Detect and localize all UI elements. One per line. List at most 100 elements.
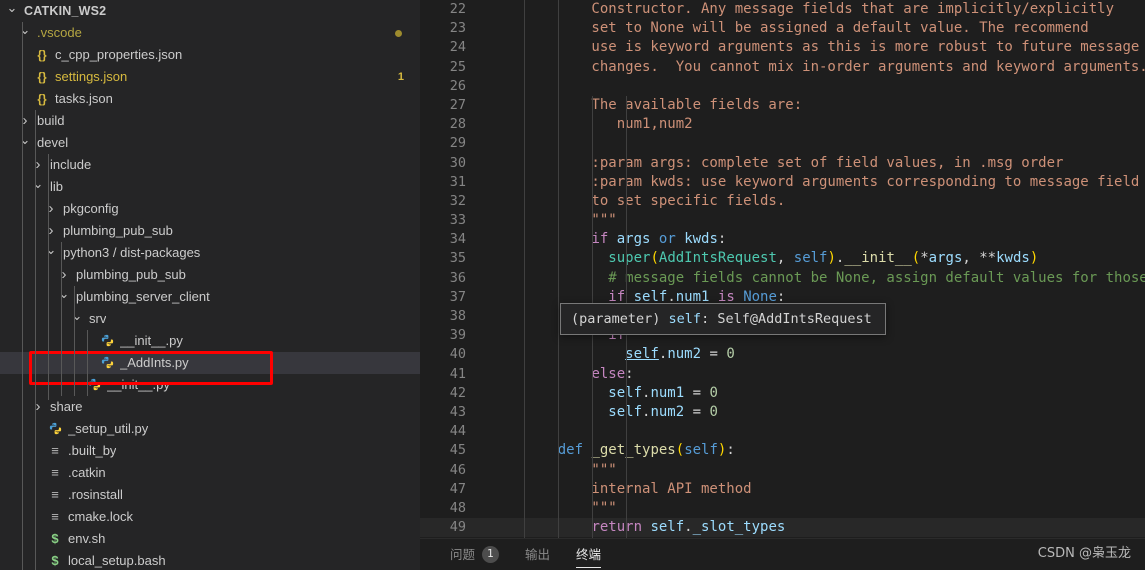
tree-row[interactable]: $ local_setup.bash [0,550,420,570]
chevron-down-icon[interactable]: ⌄ [43,239,59,261]
tree-row[interactable]: ⌄ lib [0,176,420,198]
code-token: self [625,346,659,363]
tree-row[interactable]: › plumbing_pub_sub [0,220,420,242]
code-line[interactable]: 27 The available fields are: [420,96,1145,115]
tree-row-label: python3 / dist-packages [63,245,201,260]
tree-row[interactable]: _setup_util.py [0,418,420,440]
tree-row-label: plumbing_pub_sub [63,223,173,238]
code-line[interactable]: 22 Constructor. Any message fields that … [420,0,1145,19]
chevron-right-icon[interactable]: › [43,198,59,220]
code-token: # message fields cannot be None, assign … [608,269,1145,286]
tree-row[interactable]: $ env.sh [0,528,420,550]
tree-row-label: srv [89,311,107,326]
tree-row[interactable]: ≡ .catkin [0,462,420,484]
code-line[interactable]: 41 else: [420,365,1145,384]
code-line[interactable]: 36 # message fields cannot be None, assi… [420,269,1145,288]
code-line[interactable]: 45 def _get_types(self): [420,441,1145,460]
tree-row[interactable]: __init__.py [0,330,420,352]
panel-tab-inactive[interactable]: 输出 [525,539,550,570]
tree-row-label: local_setup.bash [68,553,166,568]
code-line[interactable]: 30 :param args: complete set of field va… [420,154,1145,173]
code-line[interactable]: 24 use is keyword arguments as this is m… [420,38,1145,57]
code-token: self [793,250,828,267]
tree-root-row[interactable]: ⌄ CATKIN_WS2 [0,0,420,22]
tree-row[interactable]: ⌄ python3 / dist-packages [0,242,420,264]
tree-row[interactable]: ≡ .rosinstall [0,484,420,506]
tree-row[interactable]: ≡ .built_by [0,440,420,462]
code-token: = [701,346,727,363]
bottom-panel-tabs[interactable]: 问题 1 输出 终端 CSDN @枭玉龙 [420,538,1145,570]
explorer-sidebar[interactable]: ⌄ CATKIN_WS2 ⌄ .vscode{} c_cpp_properties.js… [0,0,420,570]
tree-row[interactable]: ⌄ plumbing_server_client [0,286,420,308]
code-line-text: if args or kwds: [482,230,1145,249]
code-line-text: # message fields cannot be None, assign … [482,269,1145,288]
chevron-down-icon[interactable]: ⌄ [30,173,46,195]
line-number: 25 [449,58,466,75]
chevron-down-icon[interactable]: ⌄ [56,283,72,305]
code-line[interactable]: 49 return self._slot_types [420,518,1145,538]
code-line[interactable]: 46 """ [420,461,1145,480]
tree-indent-guide [48,154,49,400]
file-tree[interactable]: ⌄ CATKIN_WS2 ⌄ .vscode{} c_cpp_properties.js… [0,0,420,570]
tree-row[interactable]: ≡ cmake.lock [0,506,420,528]
python-icon [46,418,64,440]
tree-row[interactable]: __init__.py [0,374,420,396]
code-line[interactable]: 23 set to None will be assigned a defaul… [420,19,1145,38]
chevron-down-icon[interactable]: ⌄ [69,305,85,327]
tree-row-label: cmake.lock [68,509,134,524]
code-line[interactable]: 26 [420,77,1145,96]
code-token: else [591,365,626,382]
code-token: def [557,442,584,459]
tree-indent-guide [35,110,36,570]
tree-row[interactable]: › pkgconfig [0,198,420,220]
line-number: 33 [449,212,466,229]
code-line[interactable]: 34 if args or kwds: [420,230,1145,249]
code-line[interactable]: 32 to set specific fields. [420,192,1145,211]
tree-row[interactable]: › build [0,110,420,132]
panel-tab-label: 终端 [576,546,602,562]
tree-row[interactable]: _AddInts.py [0,352,420,374]
code-token: , [776,250,794,267]
code-line[interactable]: 44 [420,422,1145,441]
chevron-down-icon[interactable]: ⌄ [17,19,33,41]
line-number: 31 [449,173,466,190]
code-token: num1 [650,384,685,401]
tooltip-param-name: self [668,311,702,327]
code-line[interactable]: 33 """ [420,211,1145,230]
code-line[interactable]: 42 self.num1 = 0 [420,384,1145,403]
code-token: """ [524,499,617,516]
code-line[interactable]: 25 changes. You cannot mix in-order argu… [420,58,1145,77]
line-number: 34 [449,231,466,248]
panel-tab-label: 输出 [525,546,551,562]
line-number: 26 [449,77,466,94]
json-icon: {} [37,70,47,84]
tree-row[interactable]: ⌄ devel [0,132,420,154]
tree-row[interactable]: {} c_cpp_properties.json [0,44,420,66]
tree-row[interactable]: {} settings.json 1 [0,66,420,88]
code-content[interactable]: 22 Constructor. Any message fields that … [420,0,1145,538]
chevron-right-icon[interactable]: › [30,396,46,418]
tree-row[interactable]: › include [0,154,420,176]
code-line-text: num1,num2 [482,115,1145,134]
tree-row[interactable]: ⌄ .vscode [0,22,420,44]
code-line[interactable]: 48 """ [420,499,1145,518]
shell-icon: $ [51,553,59,568]
panel-tab-active[interactable]: 终端 [576,539,602,570]
tree-row[interactable]: ⌄ srv [0,308,420,330]
code-line[interactable]: 40 self.num2 = 0 [420,345,1145,364]
panel-tab-inactive[interactable]: 问题 1 [450,539,500,570]
code-line[interactable]: 47 internal API method [420,480,1145,499]
tree-row[interactable]: {} tasks.json [0,88,420,110]
code-line[interactable]: 28 num1,num2 [420,115,1145,134]
code-line[interactable]: 31 :param kwds: use keyword arguments co… [420,173,1145,192]
editor-pane[interactable]: 22 Constructor. Any message fields that … [420,0,1145,570]
chevron-down-icon[interactable]: ⌄ [4,0,20,19]
tree-row[interactable]: › share [0,396,420,418]
code-line[interactable]: 43 self.num2 = 0 [420,403,1145,422]
code-line[interactable]: 29 [420,134,1145,153]
chevron-down-icon[interactable]: ⌄ [17,129,33,151]
code-line[interactable]: 35 super(AddIntsRequest, self).__init__(… [420,249,1145,268]
line-number: 38 [449,308,466,324]
